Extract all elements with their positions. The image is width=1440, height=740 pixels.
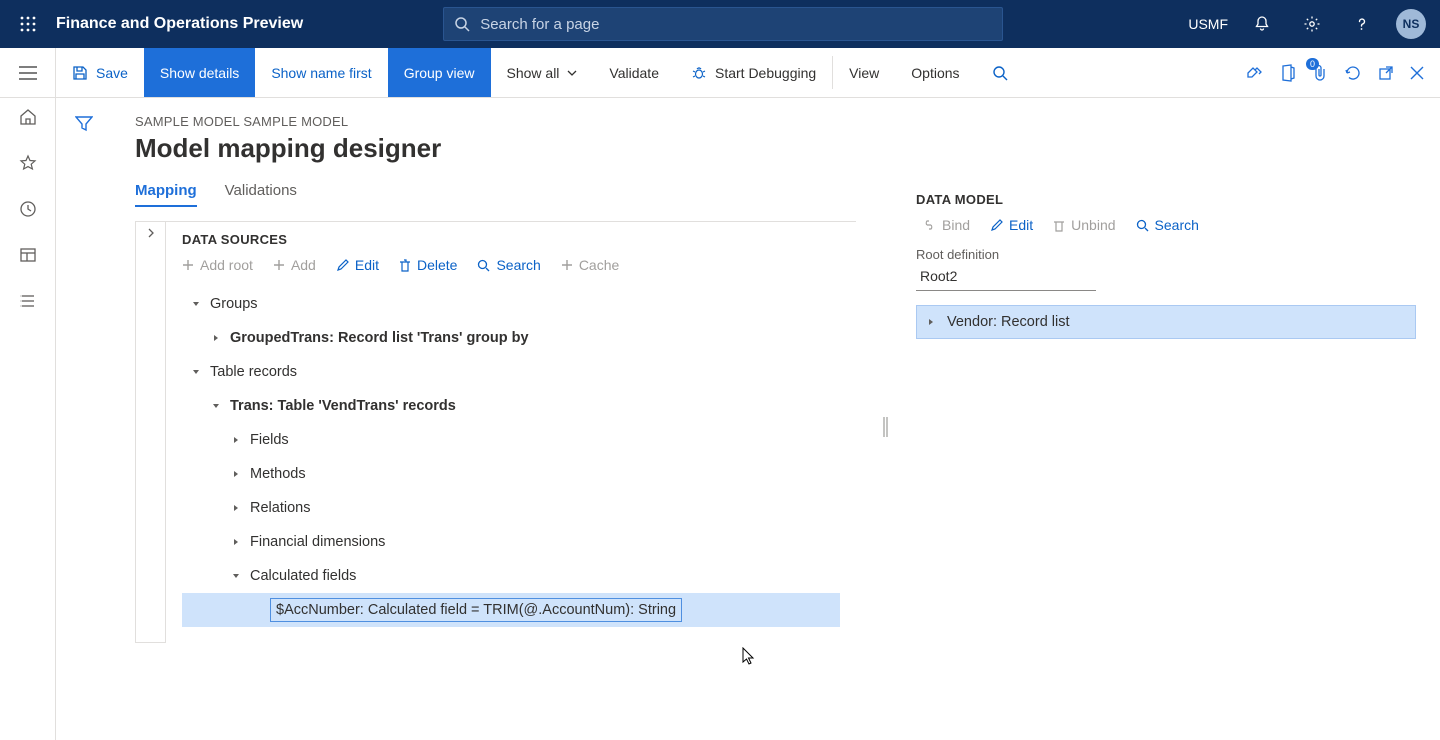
open-in-office-icon[interactable] <box>1280 64 1296 82</box>
root-definition-label: Root definition <box>916 247 1416 262</box>
personalize-icon[interactable] <box>1246 65 1264 81</box>
expand-icon[interactable] <box>230 470 242 478</box>
search-button[interactable]: Search <box>477 257 540 273</box>
add-button[interactable]: Add <box>273 257 316 273</box>
tab-mapping[interactable]: Mapping <box>135 182 197 207</box>
root-definition-field[interactable]: Root2 <box>916 262 1096 291</box>
action-toolbar: Save Show details Show name first Group … <box>0 48 1440 98</box>
panel-expand-icon[interactable] <box>135 221 165 643</box>
expand-icon[interactable] <box>210 334 222 342</box>
show-name-first-button[interactable]: Show name first <box>255 48 387 97</box>
workspaces-icon[interactable] <box>19 246 37 264</box>
close-icon[interactable] <box>1410 66 1424 80</box>
page-title: Model mapping designer <box>135 133 856 164</box>
collapse-icon[interactable] <box>210 402 222 410</box>
bug-icon <box>691 65 707 81</box>
validate-button[interactable]: Validate <box>593 48 675 97</box>
home-icon[interactable] <box>19 108 37 126</box>
modules-icon[interactable] <box>19 292 37 310</box>
splitter-handle[interactable] <box>880 114 892 740</box>
datasources-heading: DATA SOURCES <box>182 232 840 247</box>
expand-icon[interactable] <box>230 504 242 512</box>
user-avatar[interactable]: NS <box>1396 9 1426 39</box>
tree-node-findim[interactable]: Financial dimensions <box>182 525 840 559</box>
app-launcher-icon[interactable] <box>8 0 48 48</box>
app-title: Finance and Operations Preview <box>56 15 303 33</box>
company-picker[interactable]: USMF <box>1188 16 1228 32</box>
expand-icon[interactable] <box>230 436 242 444</box>
tree-node-fields[interactable]: Fields <box>182 423 840 457</box>
show-all-dropdown[interactable]: Show all <box>491 48 594 97</box>
datasource-tree: Groups GroupedTrans: Record list 'Trans'… <box>182 287 840 627</box>
help-icon[interactable] <box>1346 0 1378 48</box>
unbind-button[interactable]: Unbind <box>1053 217 1115 233</box>
save-button[interactable]: Save <box>56 48 144 97</box>
tab-validations[interactable]: Validations <box>225 182 297 207</box>
group-view-button[interactable]: Group view <box>388 48 491 97</box>
datamodel-heading: DATA MODEL <box>916 192 1416 207</box>
attachments-icon[interactable]: 0 <box>1312 64 1328 82</box>
filter-icon[interactable] <box>75 116 93 740</box>
nav-toggle-icon[interactable] <box>0 48 56 97</box>
notifications-icon[interactable] <box>1246 0 1278 48</box>
start-debugging-button[interactable]: Start Debugging <box>675 48 832 97</box>
cache-button[interactable]: Cache <box>561 257 619 273</box>
recent-icon[interactable] <box>19 200 37 218</box>
global-search-input[interactable]: Search for a page <box>443 7 1003 41</box>
refresh-icon[interactable] <box>1344 64 1362 82</box>
breadcrumb: SAMPLE MODEL SAMPLE MODEL <box>135 114 856 129</box>
tree-node-trans[interactable]: Trans: Table 'VendTrans' records <box>182 389 840 423</box>
tree-node-calcfields[interactable]: Calculated fields <box>182 559 840 593</box>
settings-icon[interactable] <box>1296 0 1328 48</box>
datamodel-node-vendor[interactable]: Vendor: Record list <box>916 305 1416 339</box>
tree-node-tablerecords[interactable]: Table records <box>182 355 840 389</box>
view-menu[interactable]: View <box>833 48 895 97</box>
tree-node-methods[interactable]: Methods <box>182 457 840 491</box>
search-placeholder: Search for a page <box>480 16 599 33</box>
collapse-icon[interactable] <box>230 572 242 580</box>
chevron-down-icon <box>567 70 577 76</box>
save-icon <box>72 65 88 81</box>
dm-search-button[interactable]: Search <box>1136 217 1199 233</box>
edit-button[interactable]: Edit <box>336 257 379 273</box>
dm-edit-button[interactable]: Edit <box>990 217 1033 233</box>
tree-node-relations[interactable]: Relations <box>182 491 840 525</box>
toolbar-search-icon[interactable] <box>976 48 1024 97</box>
global-header: Finance and Operations Preview Search fo… <box>0 0 1440 48</box>
tree-node-groupedtrans[interactable]: GroupedTrans: Record list 'Trans' group … <box>182 321 840 355</box>
delete-button[interactable]: Delete <box>399 257 457 273</box>
favorites-icon[interactable] <box>19 154 37 172</box>
add-root-button[interactable]: Add root <box>182 257 253 273</box>
nav-rail <box>0 48 56 740</box>
expand-icon[interactable] <box>230 538 242 546</box>
collapse-icon[interactable] <box>190 368 202 376</box>
bind-button[interactable]: Bind <box>922 217 970 233</box>
expand-icon[interactable] <box>927 318 935 326</box>
popout-icon[interactable] <box>1378 65 1394 81</box>
options-menu[interactable]: Options <box>895 48 975 97</box>
tree-node-groups[interactable]: Groups <box>182 287 840 321</box>
show-details-button[interactable]: Show details <box>144 48 255 97</box>
collapse-icon[interactable] <box>190 300 202 308</box>
search-icon <box>454 16 470 32</box>
tree-node-accnumber[interactable]: $AccNumber: Calculated field = TRIM(@.Ac… <box>182 593 840 627</box>
